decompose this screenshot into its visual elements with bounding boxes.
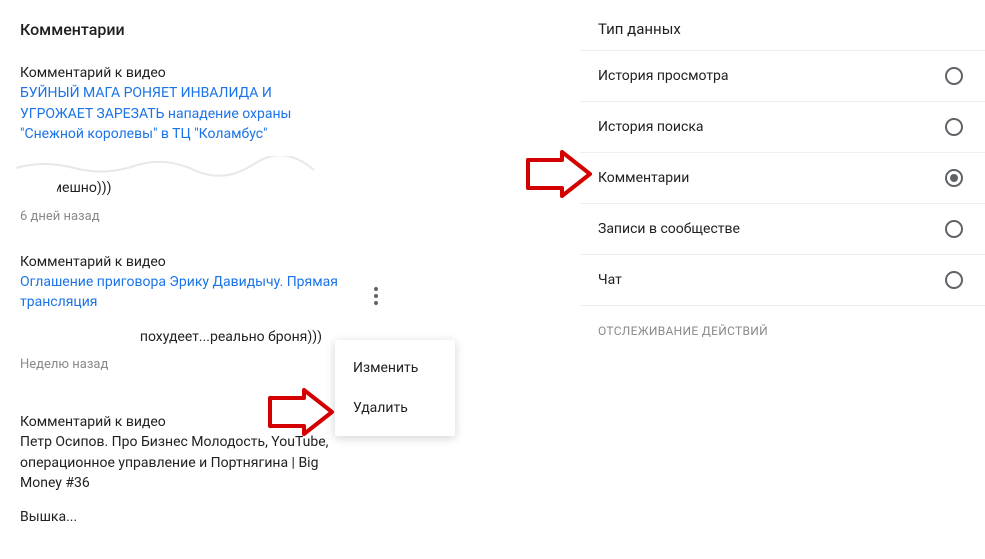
comment-video-link[interactable]: Оглашение приговора Эрику Давидычу. Прям… (20, 274, 338, 310)
comment-body: Вышка... (20, 507, 340, 527)
option-label: Комментарии (598, 170, 689, 186)
comment-video-link[interactable]: БУЙНЫЙ МАГА РОНЯЕТ ИНВАЛИДА И УГРОЖАЕТ З… (20, 85, 291, 142)
data-type-option-watch-history[interactable]: История просмотра (580, 50, 985, 101)
option-label: История просмотра (598, 68, 729, 84)
data-type-option-comments[interactable]: Комментарии (580, 152, 985, 203)
data-type-title: Тип данных (580, 20, 985, 50)
comment-item: Комментарий к видео БУЙНЫЙ МАГА РОНЯЕТ И… (20, 63, 340, 224)
data-type-option-chat[interactable]: Чат (580, 254, 985, 305)
comment-prefix: Комментарий (20, 414, 111, 430)
radio-icon (945, 67, 963, 85)
menu-item-delete[interactable]: Удалить (335, 388, 455, 428)
option-label: Записи в сообществе (598, 221, 740, 237)
comment-item: Комментарий к видео Оглашение приговора … (20, 252, 340, 372)
menu-item-edit[interactable]: Изменить (335, 348, 455, 388)
data-type-option-search-history[interactable]: История поиска (580, 101, 985, 152)
data-type-option-community[interactable]: Записи в сообществе (580, 203, 985, 254)
comments-panel: Комментарии Комментарий к видео БУЙНЫЙ М… (0, 0, 580, 559)
comment-suffix: к видео (111, 254, 165, 270)
radio-icon (945, 169, 963, 187)
data-type-panel: Тип данных История просмотра История пои… (580, 0, 985, 559)
comment-prefix: Комментарий (20, 254, 111, 270)
radio-icon (945, 271, 963, 289)
radio-icon (945, 118, 963, 136)
comment-body: xxxxxxxxxx под хабибо косят xxxxxxx чечн… (20, 158, 340, 199)
annotation-arrow-icon (268, 388, 334, 436)
comment-time: 6 дней назад (20, 209, 340, 224)
comment-body: хххххх хххмал ххх похудеет...реально бро… (20, 327, 340, 347)
comment-suffix: к видео (111, 65, 165, 81)
option-label: История поиска (598, 119, 704, 135)
radio-icon (945, 220, 963, 238)
comments-title: Комментарии (20, 20, 560, 39)
comment-header: Комментарий к видео (20, 63, 340, 83)
more-options-button[interactable] (362, 282, 390, 310)
option-label: Чат (598, 272, 622, 288)
context-menu: Изменить Удалить (335, 340, 455, 436)
comment-prefix: Комментарий (20, 65, 111, 81)
comment-suffix: к видео (111, 414, 165, 430)
annotation-arrow-icon (526, 150, 592, 198)
comment-video-title: Петр Осипов. Про Бизнес Молодость, YouTu… (20, 434, 328, 491)
comment-header: Комментарий к видео (20, 252, 340, 272)
comment-time: Неделю назад (20, 357, 340, 372)
more-vertical-icon (374, 287, 378, 305)
tracking-header: ОТСЛЕЖИВАНИЕ ДЕЙСТВИЙ (580, 305, 985, 348)
